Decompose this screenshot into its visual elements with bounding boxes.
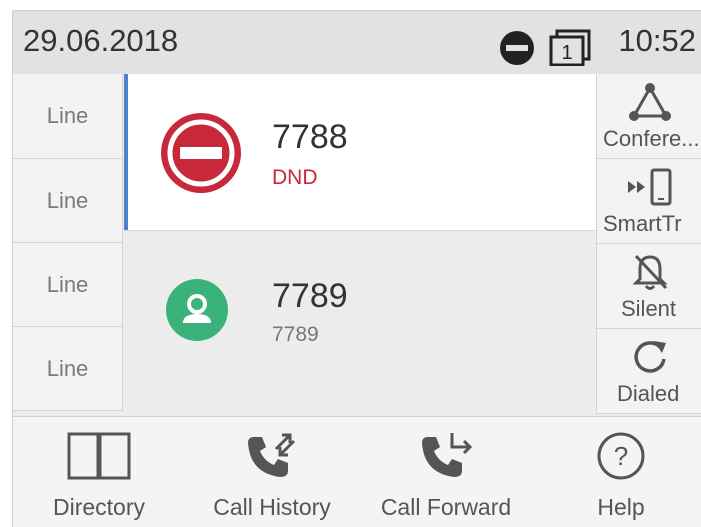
line-key-2[interactable]: Line: [13, 159, 123, 243]
status-date: 29.06.2018: [23, 23, 179, 58]
help-button[interactable]: ? Help: [573, 417, 669, 527]
silent-button[interactable]: Silent: [596, 244, 701, 329]
phone-screen: 29.06.2018 1 10:52 Line Line Line Line 7…: [12, 10, 701, 527]
status-time: 10:52: [618, 23, 696, 58]
bottom-key-label: Call Forward: [380, 494, 512, 520]
account-indicator-number: 1: [561, 42, 572, 64]
line-key-3[interactable]: Line: [13, 243, 123, 327]
line-key-4[interactable]: Line: [13, 327, 123, 411]
silent-icon: [630, 252, 670, 297]
bottom-key-label: Call History: [213, 494, 331, 520]
smart-transfer-button[interactable]: SmartTr: [596, 159, 701, 244]
soft-key-label: Silent: [621, 296, 677, 321]
soft-key-label: Dialed: [617, 381, 680, 406]
line-key-label: Line: [46, 355, 89, 381]
account-entry-7789[interactable]: 7789 7789: [124, 230, 596, 416]
bottom-key-label: Directory: [52, 494, 145, 520]
account-indicator-icon: 1: [547, 28, 595, 71]
status-bar: 29.06.2018 1 10:52: [13, 11, 701, 74]
line-key-label: Line: [46, 103, 89, 128]
dnd-icon: [160, 112, 242, 199]
account-number: 7789: [272, 277, 348, 315]
conference-button[interactable]: Confere...: [596, 74, 701, 159]
soft-key-label: SmartTr: [603, 211, 682, 236]
line-key-1[interactable]: Line: [13, 74, 123, 159]
soft-keys: Confere... SmartTr Silent Dialed: [596, 74, 701, 414]
directory-button[interactable]: Directory: [27, 417, 171, 527]
line-key-label: Line: [46, 271, 89, 297]
book-icon: [66, 431, 132, 486]
account-number: 7788: [272, 118, 348, 156]
call-forward-button[interactable]: Call Forward: [365, 417, 527, 527]
dnd-indicator-icon: [499, 30, 535, 71]
conference-icon: [628, 82, 672, 127]
dialed-button[interactable]: Dialed: [596, 329, 701, 414]
call-history-button[interactable]: Call History: [193, 417, 351, 527]
help-icon: ?: [596, 431, 646, 486]
call-history-icon: [244, 431, 300, 486]
account-status: DND: [272, 166, 318, 189]
contact-icon: [166, 279, 228, 346]
line-keys: Line Line Line Line: [13, 74, 124, 411]
account-status: 7789: [272, 323, 319, 346]
redial-icon: [630, 337, 670, 382]
smart-transfer-icon: [624, 167, 676, 212]
bottom-key-label: Help: [597, 494, 645, 520]
account-list: 7788 DND 7789 7789: [124, 74, 596, 416]
account-entry-7788[interactable]: 7788 DND: [124, 74, 596, 230]
line-key-label: Line: [46, 187, 89, 213]
soft-key-label: Confere...: [603, 126, 700, 151]
svg-text:?: ?: [614, 441, 628, 471]
call-forward-icon: [418, 431, 474, 486]
bottom-bar: Directory Call History Call Forward ? He…: [13, 416, 701, 527]
